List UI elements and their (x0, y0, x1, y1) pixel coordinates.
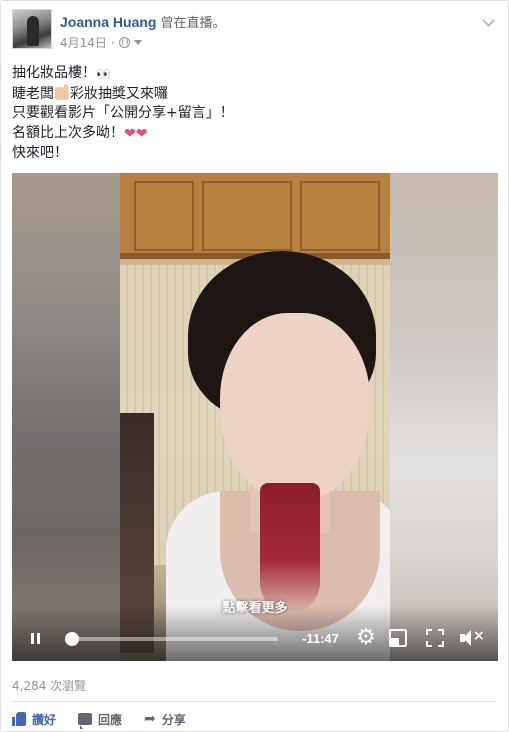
post-header: Joanna Huang 曾在直播。 4月14日 · (12, 9, 497, 53)
cabinet-door (134, 181, 194, 251)
post-text: 抽化妝品樓！👀 睫老闆 彩妝抽獎又來囉 只要觀看影片「公開分享+留言」！ 名額比上… (12, 64, 497, 164)
post-line-3: 只要觀看影片「公開分享+留言」！ (12, 105, 234, 121)
cabinet-door (300, 181, 380, 251)
post-date[interactable]: 4月14日 · (60, 34, 115, 51)
minimize-icon[interactable] (389, 629, 407, 647)
video-blur-right (390, 173, 498, 661)
post-card: Joanna Huang 曾在直播。 4月14日 · 抽化妝品樓！👀 睫老闆 彩妝抽… (0, 0, 509, 732)
video-scene-choker (260, 483, 320, 613)
gear-icon[interactable]: ⚙ (355, 627, 377, 649)
post-line-2: 睫老闆 彩妝抽獎又來囉 (12, 83, 497, 105)
post-line-4-text: 名額比上次多呦！ (12, 124, 124, 141)
video-scene-face (220, 313, 370, 503)
heart-icon: ❤❤ (124, 125, 148, 142)
avatar[interactable] (12, 9, 52, 49)
time-remaining: -11:47 (302, 631, 339, 646)
video-blur-left (12, 173, 120, 661)
video-controls: -11:47 ⚙ × (12, 605, 498, 661)
share-icon: ➦ (144, 711, 156, 727)
post-meta: 4月14日 · (60, 34, 142, 51)
comment-icon (78, 713, 93, 729)
hand-icon (55, 83, 69, 100)
comment-button[interactable]: 回應 (78, 708, 122, 730)
eyes-icon: 👀 (96, 67, 111, 81)
mute-icon[interactable]: × (460, 628, 485, 647)
share-label: 分享 (161, 712, 186, 727)
post-line-2a-text: 睫老闆 (12, 85, 54, 102)
author-line: Joanna Huang 曾在直播。 (60, 12, 225, 31)
action-bar: 讚好 回應 ➦ 分享 (12, 708, 186, 730)
video-frame[interactable] (120, 173, 390, 661)
post-line-5: 快來吧！ (12, 145, 68, 161)
progress-bar[interactable] (72, 637, 278, 641)
post-line-1-text: 抽化妝品樓！ (12, 65, 96, 81)
like-label: 讚好 (32, 712, 57, 727)
share-button[interactable]: ➦ 分享 (144, 708, 186, 730)
cabinet-door (202, 181, 292, 251)
video-scene-cabinet (120, 173, 390, 259)
view-count: 4,284 次瀏覽 (12, 679, 87, 693)
audience-caret-icon[interactable] (133, 40, 142, 45)
progress-thumb[interactable] (65, 632, 79, 646)
divider (12, 701, 497, 702)
comment-label: 回應 (98, 712, 123, 727)
post-line-4: 名額比上次多呦！❤❤ (12, 124, 497, 145)
fullscreen-icon[interactable] (426, 629, 444, 647)
like-button[interactable]: 讚好 (12, 708, 56, 730)
post-line-2b-text: 彩妝抽獎又來囉 (70, 85, 168, 102)
video-player[interactable]: 點擊看更多 -11:47 ⚙ × (12, 173, 498, 661)
chevron-down-icon[interactable] (481, 15, 495, 29)
pause-icon[interactable] (31, 633, 41, 644)
author-name[interactable]: Joanna Huang (60, 14, 156, 30)
like-icon (12, 712, 26, 726)
live-status: 曾在直播。 (160, 16, 226, 31)
globe-icon (118, 37, 130, 48)
post-line-1: 抽化妝品樓！👀 (12, 64, 497, 85)
